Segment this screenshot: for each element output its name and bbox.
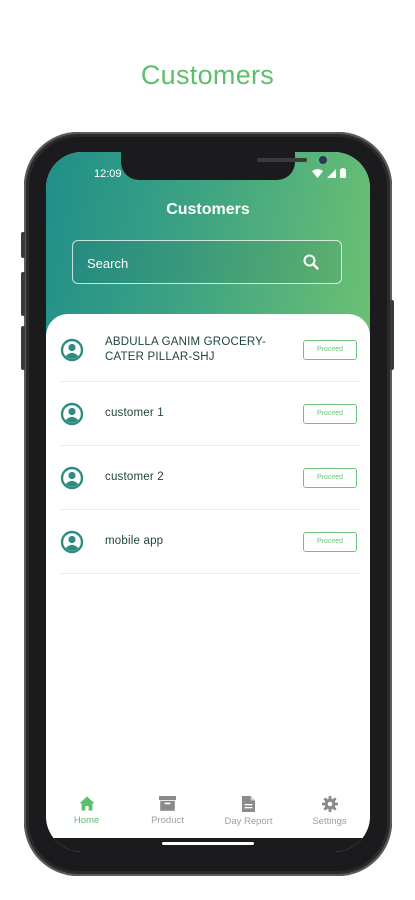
customer-name: customer 2 [105, 471, 164, 483]
customer-name: customer 1 [105, 407, 164, 419]
home-indicator[interactable] [162, 842, 254, 845]
status-icons [312, 168, 346, 178]
page-title: Customers [140, 60, 275, 90]
nav-item-home[interactable]: Home [46, 792, 127, 826]
phone-side-button [21, 272, 25, 316]
user-avatar-icon [60, 338, 84, 361]
user-avatar-icon [60, 402, 84, 425]
nav-item-settings[interactable]: Settings [289, 792, 370, 827]
battery-icon [340, 168, 346, 178]
wifi-icon [312, 168, 323, 178]
user-avatar-icon [60, 466, 84, 489]
status-time: 12:09 [94, 168, 122, 180]
nav-label: Product [151, 815, 184, 826]
customer-name: ABDULLA GANIM GROCERY-CATER PILLAR-SHJ [105, 335, 266, 363]
archive-box-icon [159, 796, 176, 811]
front-camera [319, 156, 327, 164]
phone-notch [121, 152, 327, 180]
document-icon [242, 796, 255, 812]
customer-list: ABDULLA GANIM GROCERY-CATER PILLAR-SHJ P… [46, 318, 370, 574]
proceed-button[interactable]: Proceed [303, 467, 357, 488]
customer-row[interactable]: customer 1 Proceed [60, 382, 360, 446]
phone-side-button [390, 300, 394, 370]
speaker [257, 158, 307, 162]
nav-label: Settings [312, 816, 347, 827]
signal-icon [327, 168, 336, 178]
customer-row[interactable]: ABDULLA GANIM GROCERY-CATER PILLAR-SHJ P… [60, 318, 360, 382]
phone-side-button [21, 232, 25, 258]
gear-icon [321, 796, 338, 812]
proceed-button[interactable]: Proceed [303, 531, 357, 552]
customer-row[interactable]: mobile app Proceed [60, 510, 360, 574]
proceed-button[interactable]: Proceed [303, 339, 357, 360]
nav-label: Day Report [224, 816, 273, 827]
search-input[interactable] [85, 241, 299, 285]
customer-name: mobile app [105, 535, 164, 547]
search-icon[interactable] [303, 254, 319, 270]
phone-side-button [21, 326, 25, 370]
nav-item-day-report[interactable]: Day Report [208, 792, 289, 827]
nav-label: Home [73, 815, 100, 826]
nav-item-product[interactable]: Product [127, 792, 208, 826]
home-icon [79, 796, 94, 811]
app-title: Customers [166, 201, 250, 218]
customer-row[interactable]: customer 2 Proceed [60, 446, 360, 510]
customer-list-panel: ABDULLA GANIM GROCERY-CATER PILLAR-SHJ P… [46, 314, 370, 794]
phone-screen: 12:09 Customers ABDULLA GANIM GROCERY-CA… [46, 152, 370, 852]
bottom-bezel [46, 838, 370, 852]
bottom-navigation: Home Product Day Report Settings [46, 792, 370, 838]
user-avatar-icon [60, 530, 84, 553]
search-box[interactable] [72, 240, 342, 285]
proceed-button[interactable]: Proceed [303, 403, 357, 424]
